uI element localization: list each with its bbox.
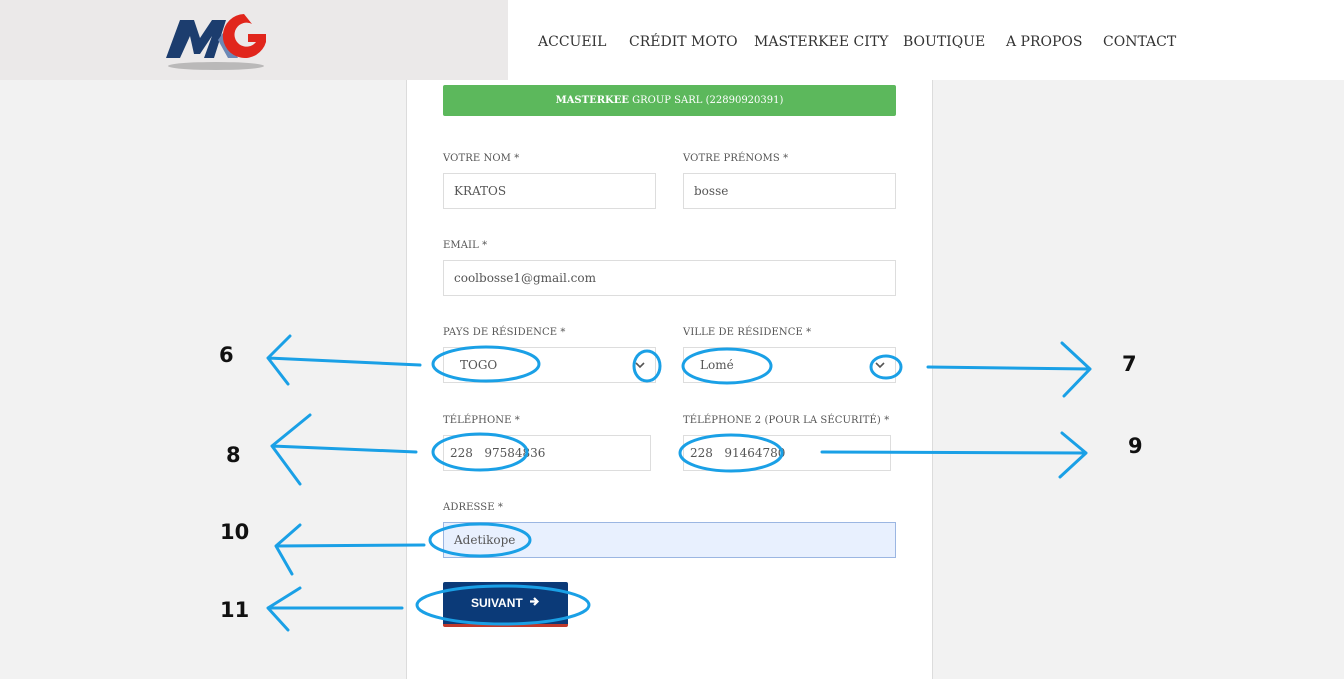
annotation-arrow-6 xyxy=(266,334,422,386)
ville-select[interactable]: Lomé xyxy=(683,347,896,383)
telephone-input[interactable]: 228 97584836 xyxy=(443,435,651,471)
pays-select[interactable]: TOGO xyxy=(443,347,656,383)
telephone-label: TÉLÉPHONE * xyxy=(443,415,520,426)
suivant-label: SUIVANT xyxy=(470,596,523,610)
company-banner: MASTERKEE GROUP SARL (22890920391) xyxy=(443,85,896,116)
chevron-down-icon[interactable] xyxy=(873,358,887,372)
ville-label: VILLE DE RÉSIDENCE * xyxy=(683,327,812,338)
top-navigation: ACCUEIL CRÉDIT MOTO MASTERKEE CITY BOUTI… xyxy=(508,0,1344,80)
annotation-arrow-8 xyxy=(270,413,418,486)
telephone2-value: 91464780 xyxy=(724,446,786,460)
annotation-number-7: 7 xyxy=(1122,352,1137,376)
nav-a-propos[interactable]: A PROPOS xyxy=(1006,34,1083,50)
nav-contact[interactable]: CONTACT xyxy=(1103,34,1176,50)
email-input[interactable]: coolbosse1@gmail.com xyxy=(443,260,896,296)
annotation-number-10: 10 xyxy=(220,520,250,544)
ville-value: Lomé xyxy=(700,358,734,372)
banner-bold: MASTERKEE xyxy=(555,95,629,106)
nav-masterkee-city[interactable]: MASTERKEE CITY xyxy=(754,34,888,50)
telephone-value: 97584836 xyxy=(484,446,546,460)
banner-rest: GROUP SARL (22890920391) xyxy=(628,95,784,106)
telephone2-label: TÉLÉPHONE 2 (POUR LA SÉCURITÉ) * xyxy=(683,415,890,426)
prenoms-label: VOTRE PRÉNOMS * xyxy=(683,153,789,164)
annotation-number-8: 8 xyxy=(226,443,241,467)
nom-label: VOTRE NOM * xyxy=(443,153,520,164)
adresse-input[interactable]: Adetikope xyxy=(443,522,896,558)
annotation-number-11: 11 xyxy=(220,598,250,622)
pays-label: PAYS DE RÉSIDENCE * xyxy=(443,327,566,338)
mkg-logo[interactable] xyxy=(160,4,272,74)
telephone-prefix: 228 xyxy=(450,446,473,460)
telephone2-input[interactable]: 228 91464780 xyxy=(683,435,891,471)
nav-boutique[interactable]: BOUTIQUE xyxy=(903,34,985,50)
telephone2-prefix: 228 xyxy=(690,446,713,460)
annotation-arrow-11 xyxy=(266,586,404,632)
adresse-label: ADRESSE * xyxy=(443,502,503,513)
logo-area xyxy=(0,0,508,80)
annotation-arrow-10 xyxy=(274,523,426,576)
pays-value: TOGO xyxy=(460,358,498,372)
suivant-button[interactable]: SUIVANT xyxy=(443,582,568,627)
annotation-number-6: 6 xyxy=(219,343,234,367)
arrow-right-icon xyxy=(529,582,540,625)
chevron-down-icon[interactable] xyxy=(633,358,647,372)
annotation-number-9: 9 xyxy=(1128,434,1143,458)
nav-credit-moto[interactable]: CRÉDIT MOTO xyxy=(629,34,738,50)
nav-accueil[interactable]: ACCUEIL xyxy=(538,34,606,50)
annotation-arrow-7 xyxy=(926,341,1092,398)
email-label: EMAIL * xyxy=(443,240,488,251)
nom-input[interactable]: KRATOS xyxy=(443,173,656,209)
prenoms-input[interactable]: bosse xyxy=(683,173,896,209)
